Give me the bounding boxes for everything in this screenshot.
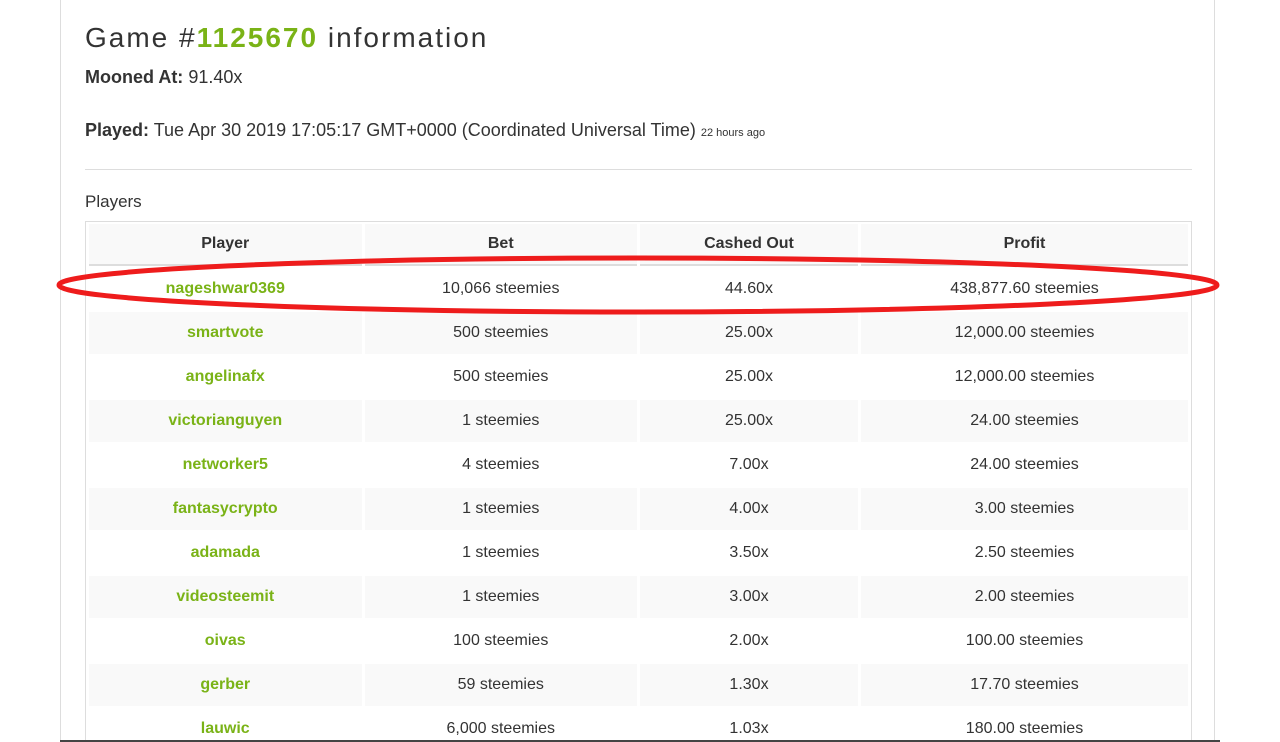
players-table-body: nageshwar0369 10,066 steemies 44.60x 438…: [89, 268, 1188, 742]
divider: [85, 169, 1192, 170]
table-row: lauwic 6,000 steemies 1.03x 180.00 steem…: [89, 708, 1188, 742]
player-link[interactable]: fantasycrypto: [173, 500, 278, 517]
player-cell: fantasycrypto: [89, 488, 362, 530]
profit-cell: 100.00 steemies: [861, 620, 1188, 662]
player-cell: videosteemit: [89, 576, 362, 618]
table-header-row: Player Bet Cashed Out Profit: [89, 224, 1188, 266]
bet-cell: 1 steemies: [364, 400, 637, 442]
player-cell: smartvote: [89, 312, 362, 354]
player-cell: networker5: [89, 444, 362, 486]
player-link[interactable]: adamada: [191, 544, 260, 561]
profit-cell: 438,877.60 steemies: [861, 268, 1188, 310]
player-cell: gerber: [89, 664, 362, 706]
profit-cell: 12,000.00 steemies: [861, 356, 1188, 398]
profit-cell: 17.70 steemies: [861, 664, 1188, 706]
players-heading: Players: [85, 192, 142, 211]
table-row: videosteemit 1 steemies 3.00x 2.00 steem…: [89, 576, 1188, 618]
bet-cell: 59 steemies: [364, 664, 637, 706]
bet-cell: 1 steemies: [364, 532, 637, 574]
bet-cell: 1 steemies: [364, 576, 637, 618]
player-cell: angelinafx: [89, 356, 362, 398]
title-prefix: Game #: [85, 22, 197, 53]
player-link[interactable]: gerber: [200, 676, 250, 693]
players-table-container: Player Bet Cashed Out Profit nageshwar03…: [85, 221, 1192, 742]
bet-cell: 10,066 steemies: [364, 268, 637, 310]
game-info-panel: Game #1125670 information Mooned At: 91.…: [60, 0, 1215, 742]
column-header-player[interactable]: Player: [89, 224, 362, 266]
cashed-out-cell: 1.03x: [640, 708, 858, 742]
cashed-out-cell: 25.00x: [640, 312, 858, 354]
table-row: smartvote 500 steemies 25.00x 12,000.00 …: [89, 312, 1188, 354]
column-header-profit[interactable]: Profit: [861, 224, 1188, 266]
player-cell: nageshwar0369: [89, 268, 362, 310]
bet-cell: 500 steemies: [364, 312, 637, 354]
cashed-out-cell: 44.60x: [640, 268, 858, 310]
title-suffix: information: [318, 22, 489, 53]
cashed-out-cell: 25.00x: [640, 356, 858, 398]
played-value: Tue Apr 30 2019 17:05:17 GMT+0000 (Coord…: [153, 120, 696, 140]
bet-cell: 4 steemies: [364, 444, 637, 486]
player-link[interactable]: videosteemit: [176, 588, 274, 605]
game-id: 1125670: [196, 22, 319, 53]
cashed-out-cell: 3.00x: [640, 576, 858, 618]
player-link[interactable]: victorianguyen: [168, 412, 282, 429]
mooned-at-line: Mooned At: 91.40x: [85, 67, 242, 88]
profit-cell: 24.00 steemies: [861, 444, 1188, 486]
cashed-out-cell: 4.00x: [640, 488, 858, 530]
players-table: Player Bet Cashed Out Profit nageshwar03…: [86, 222, 1191, 742]
table-row: fantasycrypto 1 steemies 4.00x 3.00 stee…: [89, 488, 1188, 530]
played-label: Played:: [85, 120, 150, 140]
profit-cell: 2.50 steemies: [861, 532, 1188, 574]
player-link[interactable]: nageshwar0369: [166, 280, 285, 297]
page-title: Game #1125670 information: [85, 22, 488, 54]
table-row: victorianguyen 1 steemies 25.00x 24.00 s…: [89, 400, 1188, 442]
player-cell: oivas: [89, 620, 362, 662]
bet-cell: 100 steemies: [364, 620, 637, 662]
table-row: networker5 4 steemies 7.00x 24.00 steemi…: [89, 444, 1188, 486]
cashed-out-cell: 1.30x: [640, 664, 858, 706]
profit-cell: 24.00 steemies: [861, 400, 1188, 442]
played-line: Played: Tue Apr 30 2019 17:05:17 GMT+000…: [85, 120, 765, 141]
table-row: angelinafx 500 steemies 25.00x 12,000.00…: [89, 356, 1188, 398]
player-cell: adamada: [89, 532, 362, 574]
player-link[interactable]: lauwic: [201, 720, 250, 737]
cashed-out-cell: 3.50x: [640, 532, 858, 574]
bet-cell: 500 steemies: [364, 356, 637, 398]
profit-cell: 3.00 steemies: [861, 488, 1188, 530]
table-row: adamada 1 steemies 3.50x 2.50 steemies: [89, 532, 1188, 574]
bet-cell: 1 steemies: [364, 488, 637, 530]
player-cell: lauwic: [89, 708, 362, 742]
table-row: gerber 59 steemies 1.30x 17.70 steemies: [89, 664, 1188, 706]
profit-cell: 12,000.00 steemies: [861, 312, 1188, 354]
table-row: nageshwar0369 10,066 steemies 44.60x 438…: [89, 268, 1188, 310]
player-link[interactable]: networker5: [183, 456, 268, 473]
table-row: oivas 100 steemies 2.00x 100.00 steemies: [89, 620, 1188, 662]
cashed-out-cell: 7.00x: [640, 444, 858, 486]
bet-cell: 6,000 steemies: [364, 708, 637, 742]
player-cell: victorianguyen: [89, 400, 362, 442]
mooned-at-value: 91.40x: [188, 67, 243, 87]
column-header-bet[interactable]: Bet: [364, 224, 637, 266]
mooned-at-label: Mooned At:: [85, 67, 184, 87]
profit-cell: 180.00 steemies: [861, 708, 1188, 742]
player-link[interactable]: oivas: [205, 632, 246, 649]
cashed-out-cell: 25.00x: [640, 400, 858, 442]
player-link[interactable]: smartvote: [187, 324, 263, 341]
cashed-out-cell: 2.00x: [640, 620, 858, 662]
profit-cell: 2.00 steemies: [861, 576, 1188, 618]
player-link[interactable]: angelinafx: [186, 368, 265, 385]
column-header-cashed-out[interactable]: Cashed Out: [640, 224, 858, 266]
played-relative-time: 22 hours ago: [700, 127, 766, 139]
